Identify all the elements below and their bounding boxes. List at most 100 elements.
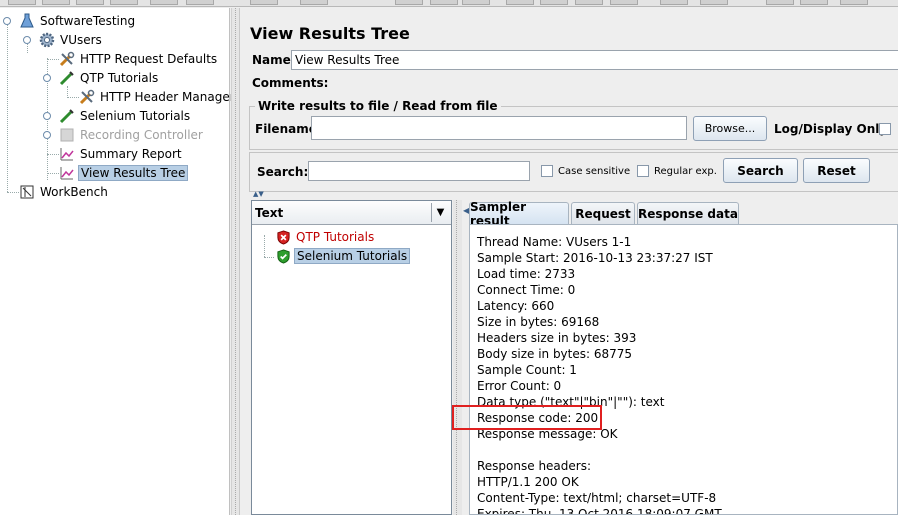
result-line: Error Count: 0 [477,379,562,393]
toolbar-button[interactable] [42,0,70,5]
split-arrows-icon[interactable]: ▲▼ [253,190,264,198]
toolbar-button[interactable] [462,0,490,5]
renderer-select[interactable]: Text ▼ [252,201,451,225]
name-field[interactable]: View Results Tree [291,50,898,70]
toolbar-button[interactable] [186,0,214,5]
toolbar [0,0,898,7]
result-item[interactable]: Selenium Tutorials [274,247,411,265]
results-list[interactable]: Text ▼ QTP Tutorials Selenium Tutorials [251,200,452,515]
log-display-label: Log/Display Only: [774,122,892,136]
tree-item-label: View Results Tree [78,164,189,181]
tree-item-softwaretesting[interactable]: SoftwareTesting [18,11,137,30]
tree-item-label: HTTP Request Defaults [80,51,218,66]
filename-field[interactable] [311,116,687,140]
pipette-icon [58,107,76,125]
result-line: Content-Type: text/html; charset=UTF-8 [477,491,717,505]
collapse-handle[interactable] [43,112,51,120]
toolbar-button[interactable] [610,0,638,5]
graph-icon [58,164,76,182]
toolbar-button[interactable] [800,0,828,5]
tree-item-qtp-tutorials[interactable]: QTP Tutorials [58,68,160,87]
toolbar-button[interactable] [250,0,278,5]
regular-exp-checkbox[interactable] [637,165,649,177]
result-line: Headers size in bytes: 393 [477,331,637,345]
result-line: Thread Name: VUsers 1-1 [477,235,632,249]
toolbar-button[interactable] [506,0,534,5]
response-code-highlight [452,405,602,430]
collapse-handle[interactable] [43,74,51,82]
toolbar-button[interactable] [395,0,423,5]
collapse-handle[interactable] [23,36,31,44]
toolbar-button[interactable] [430,0,458,5]
toolbar-button[interactable] [540,0,568,5]
collapse-handle[interactable] [43,131,51,139]
sampler-result-text[interactable]: Thread Name: VUsers 1-1 Sample Start: 20… [469,224,898,515]
toolbar-button[interactable] [300,0,328,5]
toolbar-button[interactable] [8,0,36,5]
flask-icon [18,12,36,30]
result-line: Load time: 2733 [477,267,576,281]
results-splitter[interactable] [453,200,462,515]
tree-item-label: QTP Tutorials [80,70,159,85]
tree-connector [7,20,8,192]
search-button[interactable]: Search [723,158,798,183]
result-line: Size in bytes: 69168 [477,315,600,329]
result-line: Connect Time: 0 [477,283,576,297]
gear-icon [38,31,56,49]
collapse-handle[interactable] [3,17,11,25]
tree-item-http-request-defaults[interactable]: HTTP Request Defaults [58,49,219,68]
browse-button[interactable]: Browse... [693,116,767,141]
result-item[interactable]: QTP Tutorials [274,228,376,246]
toolbar-button[interactable] [660,0,688,5]
toolbar-button[interactable] [700,0,728,5]
toolbar-button[interactable] [150,0,178,5]
pipette-icon [58,69,76,87]
tree-connector [264,235,265,257]
chevron-down-icon[interactable]: ▼ [431,203,449,222]
errors-checkbox[interactable] [879,123,891,135]
tree-item-selenium-tutorials[interactable]: Selenium Tutorials [58,106,192,125]
error-shield-icon [274,228,292,246]
tree-item-recording-controller[interactable]: Recording Controller [58,125,205,144]
search-label: Search: [257,165,309,179]
view-results-tree-panel: View Results Tree Name: View Results Tre… [241,8,898,515]
case-sensitive-checkbox[interactable] [541,165,553,177]
reset-button[interactable]: Reset [803,158,870,183]
tree-splitter[interactable] [231,8,240,515]
result-item-label: QTP Tutorials [296,230,375,244]
comments-label: Comments: [252,76,329,90]
toolbar-button[interactable] [110,0,138,5]
tab-response-data[interactable]: Response data [637,202,739,224]
result-tabs: ◀ Sampler result Request Response data T… [463,200,898,515]
tree-item-label: Summary Report [80,146,182,161]
filename-label: Filename [255,122,317,136]
tree-item-label: VUsers [60,32,102,47]
tree-item-http-header-manager[interactable]: HTTP Header Manager [78,87,237,106]
result-item-label: Selenium Tutorials [294,248,411,264]
toolbar-button[interactable] [575,0,603,5]
tab-sampler-result[interactable]: Sampler result [469,200,569,228]
name-label: Name: [252,53,296,67]
success-shield-icon [274,247,292,265]
recording-icon [58,126,76,144]
toolbar-button[interactable] [840,0,868,5]
tree-item-label: Selenium Tutorials [80,108,191,123]
tab-request[interactable]: Request [571,202,635,224]
toolbar-button[interactable] [766,0,794,5]
result-line: HTTP/1.1 200 OK [477,475,579,489]
tree-item-view-results-tree[interactable]: View Results Tree [58,163,189,182]
result-line: Response headers: [477,459,592,473]
tree-item-workbench[interactable]: WorkBench [18,182,110,201]
tree-item-summary-report[interactable]: Summary Report [58,144,184,163]
result-line: Sample Start: 2016-10-13 23:37:27 IST [477,251,713,265]
tree-connector [264,257,274,258]
renderer-select-value: Text [255,205,284,220]
tree-item-vusers[interactable]: VUsers [38,30,104,49]
toolbar-button[interactable] [76,0,104,5]
tree-item-label: Recording Controller [80,127,203,142]
search-input[interactable] [308,161,530,181]
regular-exp-label: Regular exp. [654,166,717,177]
test-plan-tree[interactable]: SoftwareTesting VUsers HTTP Request Defa… [0,8,235,515]
tree-item-label: HTTP Header Manager [100,89,235,104]
case-sensitive-label: Case sensitive [558,166,631,177]
